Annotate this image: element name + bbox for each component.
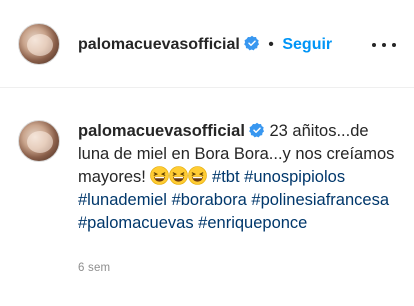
- avatar[interactable]: [18, 23, 60, 65]
- more-dot: [392, 43, 396, 47]
- verified-badge-icon: [244, 35, 259, 51]
- hashtag-link[interactable]: #lunademiel: [78, 191, 167, 209]
- hashtag-link[interactable]: #enriqueponce: [198, 214, 307, 232]
- more-dot: [382, 43, 386, 47]
- post-header: palomacuevasofficial • Seguir: [0, 0, 414, 88]
- separator-dot: •: [268, 36, 274, 53]
- hashtag-link[interactable]: #tbt: [212, 168, 240, 186]
- hashtag-link[interactable]: #polinesiafrancesa: [251, 191, 389, 209]
- verified-badge-icon: [249, 122, 264, 138]
- hashtag-link[interactable]: #palomacuevas: [78, 214, 194, 232]
- grinning-squinting-face-icon: [169, 166, 189, 185]
- follow-button[interactable]: Seguir: [282, 36, 332, 53]
- more-dot: [372, 43, 376, 47]
- more-options-icon[interactable]: [372, 38, 396, 52]
- grinning-squinting-face-icon: [188, 166, 208, 185]
- post-timestamp[interactable]: 6 sem: [78, 262, 110, 274]
- caption-avatar[interactable]: [18, 120, 60, 162]
- grinning-squinting-face-icon: [150, 166, 170, 185]
- caption-username[interactable]: palomacuevasofficial: [78, 122, 245, 140]
- header-user-line: palomacuevasofficial • Seguir: [78, 35, 332, 55]
- hashtag-link[interactable]: #borabora: [172, 191, 247, 209]
- header-username[interactable]: palomacuevasofficial: [78, 36, 240, 53]
- hashtag-link[interactable]: #unospipiolos: [244, 168, 345, 186]
- post-caption: palomacuevasofficial 23 añitos...de luna…: [78, 120, 398, 235]
